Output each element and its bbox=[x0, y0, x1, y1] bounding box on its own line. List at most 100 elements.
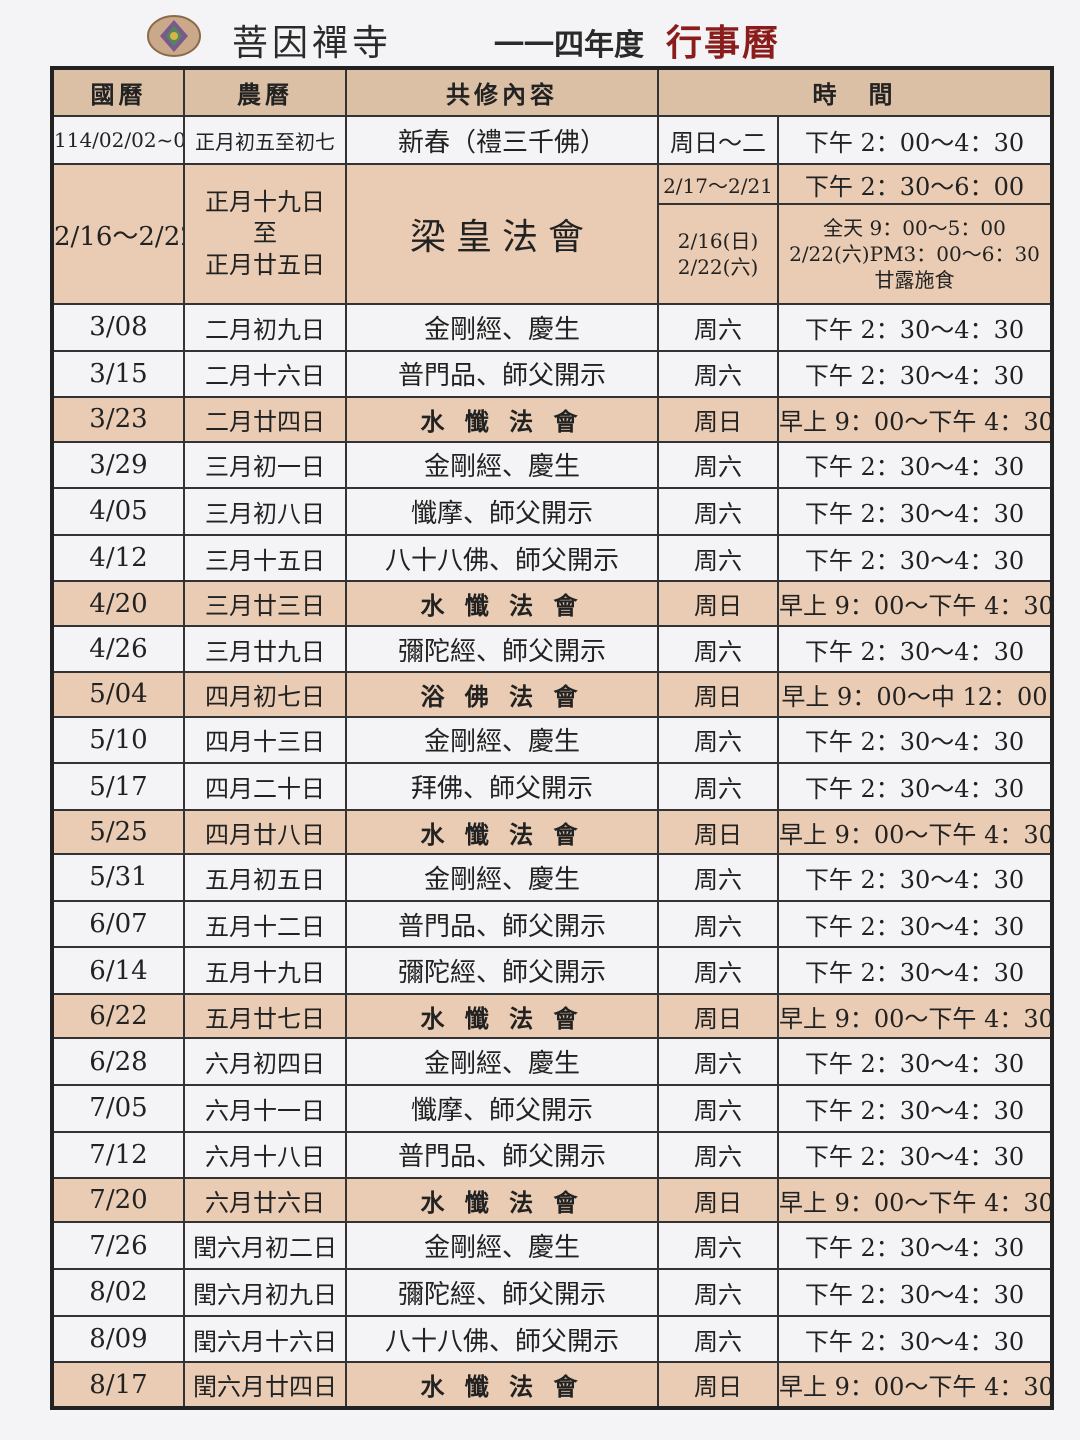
weekday-cell: 2/17～2/21 bbox=[657, 163, 779, 205]
lunar-line: 至 bbox=[253, 219, 277, 248]
content-cell: 水 懺 法 會 bbox=[345, 993, 659, 1040]
date-cell: 7/20 bbox=[51, 1177, 185, 1224]
table-row: 7/12 六月十八日 普門品、師父開示 周六 下午 2：30～4：30 bbox=[51, 1130, 1053, 1180]
weekday-line: 2/16(日) bbox=[677, 229, 759, 253]
date-cell: 8/17 bbox=[51, 1361, 185, 1409]
table-row: 5/25 四月廿八日水 懺 法 會周日 早上 9：00～下午 4：30 bbox=[51, 808, 1053, 856]
time-cell: 下午 2：30～4：30 bbox=[777, 1314, 1053, 1364]
time-cell: 下午 2：30～6：00 bbox=[777, 163, 1053, 205]
date-cell: 4/05 bbox=[51, 487, 185, 536]
lunar-date-cell: 六月十一日 bbox=[183, 1083, 347, 1133]
content-cell: 金剛經、慶生 bbox=[345, 715, 659, 765]
weekday-cell: 周六 bbox=[657, 487, 779, 536]
content-cell: 普門品、師父開示 bbox=[345, 349, 659, 399]
content-cell: 金剛經、慶生 bbox=[345, 1037, 659, 1086]
table-row: 3/29 三月初一日 金剛經、慶生 周六 下午 2：30～4：30 bbox=[51, 440, 1053, 490]
weekday-cell: 周六 bbox=[657, 762, 779, 811]
date-cell: 3/29 bbox=[51, 440, 185, 490]
date-cell: 5/25 bbox=[51, 808, 185, 856]
time-cell: 早上 9：00～下午 4：30 bbox=[777, 580, 1053, 627]
lunar-date-cell: 二月廿四日 bbox=[183, 396, 347, 443]
time-cell: 早上 9：00～下午 4：30 bbox=[777, 808, 1053, 856]
weekday-cell: 周六 bbox=[657, 1268, 779, 1317]
lunar-date-cell: 閏六月初二日 bbox=[183, 1221, 347, 1271]
lunar-date-cell: 五月廿七日 bbox=[183, 993, 347, 1040]
lunar-date-cell: 六月十八日 bbox=[183, 1130, 347, 1180]
weekday-cell: 周六 bbox=[657, 624, 779, 674]
table-row: 3/23 二月廿四日水 懺 法 會周日 早上 9：00～下午 4：30 bbox=[51, 396, 1053, 443]
date-cell: 7/12 bbox=[51, 1130, 185, 1180]
time-cell: 下午 2：00～4：30 bbox=[777, 115, 1053, 165]
content-cell: 水 懺 法 會 bbox=[345, 808, 659, 856]
lunar-date-cell: 三月初一日 bbox=[183, 440, 347, 490]
weekday-cell: 周六 bbox=[657, 1314, 779, 1364]
time-cell: 早上 9：00～中 12：00 bbox=[777, 671, 1053, 718]
time-cell: 下午 2：30～4：30 bbox=[777, 533, 1053, 583]
table-row: 4/05 三月初八日 懺摩、師父開示 周六 下午 2：30～4：30 bbox=[51, 487, 1053, 536]
weekday-cell: 周六 bbox=[657, 1083, 779, 1133]
lunar-date-cell: 四月廿八日 bbox=[183, 808, 347, 856]
weekday-cell: 周六 bbox=[657, 715, 779, 765]
weekday-cell: 周日 bbox=[657, 808, 779, 856]
content-cell: 彌陀經、師父開示 bbox=[345, 624, 659, 674]
time-cell: 早上 9：00～下午 4：30 bbox=[777, 396, 1053, 443]
time-cell: 全天 9：00～5：00 2/22(六)PM3：00～6：30 甘露施食 bbox=[777, 203, 1053, 305]
content-cell: 金剛經、慶生 bbox=[345, 1221, 659, 1271]
date-cell: 8/02 bbox=[51, 1268, 185, 1317]
date-cell: 3/23 bbox=[51, 396, 185, 443]
content-cell: 水 懺 法 會 bbox=[345, 1177, 659, 1224]
lunar-date-cell: 三月十五日 bbox=[183, 533, 347, 583]
time-line: 全天 9：00～5：00 bbox=[823, 216, 1006, 240]
date-cell: 7/26 bbox=[51, 1221, 185, 1271]
sheet-header: 菩因禪寺 一一四年度 行事曆 bbox=[0, 0, 1080, 64]
content-cell: 普門品、師父開示 bbox=[345, 899, 659, 949]
content-cell: 彌陀經、師父開示 bbox=[345, 946, 659, 996]
lunar-date-cell: 正月初五至初七 bbox=[183, 115, 347, 165]
date-cell: 5/31 bbox=[51, 853, 185, 902]
table-row: 5/04 四月初七日浴 佛 法 會周日 早上 9：00～中 12：00 bbox=[51, 671, 1053, 718]
date-cell: 5/17 bbox=[51, 762, 185, 811]
table-row: 5/17 四月二十日 拜佛、師父開示 周六 下午 2：30～4：30 bbox=[51, 762, 1053, 811]
time-line: 甘露施食 bbox=[874, 268, 955, 292]
content-cell: 金剛經、慶生 bbox=[345, 303, 659, 352]
lunar-date-cell: 六月廿六日 bbox=[183, 1177, 347, 1224]
weekday-cell: 周日 bbox=[657, 993, 779, 1040]
content-cell: 懺摩、師父開示 bbox=[345, 1083, 659, 1133]
date-cell: 5/04 bbox=[51, 671, 185, 718]
time-cell: 下午 2：30～4：30 bbox=[777, 899, 1053, 949]
date-cell: 114/02/02~04 bbox=[51, 115, 185, 165]
lunar-date-cell: 五月初五日 bbox=[183, 853, 347, 902]
table-row: 6/22 五月廿七日水 懺 法 會周日 早上 9：00～下午 4：30 bbox=[51, 993, 1053, 1040]
lunar-date-cell: 三月廿九日 bbox=[183, 624, 347, 674]
table-row-newyear: 114/02/02~04 正月初五至初七 新春（禮三千佛） 周日～二 下午 2：… bbox=[51, 115, 1053, 165]
temple-logo bbox=[147, 15, 201, 57]
weekday-line: 2/22(六) bbox=[677, 255, 759, 279]
table-row: 4/26 三月廿九日 彌陀經、師父開示 周六 下午 2：30～4：30 bbox=[51, 624, 1053, 674]
table-row: 4/20 三月廿三日水 懺 法 會周日 早上 9：00～下午 4：30 bbox=[51, 580, 1053, 627]
lunar-date-cell: 二月初九日 bbox=[183, 303, 347, 352]
lunar-date-cell: 四月初七日 bbox=[183, 671, 347, 718]
time-cell: 下午 2：30～4：30 bbox=[777, 1221, 1053, 1271]
time-cell: 下午 2：30～4：30 bbox=[777, 853, 1053, 902]
table-row: 5/10 四月十三日 金剛經、慶生 周六 下午 2：30～4：30 bbox=[51, 715, 1053, 765]
time-cell: 早上 9：00～下午 4：30 bbox=[777, 993, 1053, 1040]
table-row: 5/31 五月初五日 金剛經、慶生 周六 下午 2：30～4：30 bbox=[51, 853, 1053, 902]
table-row: 8/02 閏六月初九日 彌陀經、師父開示 周六 下午 2：30～4：30 bbox=[51, 1268, 1053, 1317]
weekday-cell: 周六 bbox=[657, 533, 779, 583]
weekday-cell: 周六 bbox=[657, 1130, 779, 1180]
table-row: 6/14 五月十九日 彌陀經、師父開示 周六 下午 2：30～4：30 bbox=[51, 946, 1053, 996]
column-header-content: 共修內容 bbox=[345, 67, 659, 117]
lunar-date-cell: 四月二十日 bbox=[183, 762, 347, 811]
content-cell: 新春（禮三千佛） bbox=[345, 115, 659, 165]
table-row: 7/26 閏六月初二日 金剛經、慶生 周六 下午 2：30～4：30 bbox=[51, 1221, 1053, 1271]
time-cell: 下午 2：30～4：30 bbox=[777, 1268, 1053, 1317]
table-row: 7/05 六月十一日 懺摩、師父開示 周六 下午 2：30～4：30 bbox=[51, 1083, 1053, 1133]
time-cell: 早上 9：00～下午 4：30 bbox=[777, 1177, 1053, 1224]
weekday-cell: 2/16(日) 2/22(六) bbox=[657, 203, 779, 305]
weekday-cell: 周六 bbox=[657, 303, 779, 352]
lunar-date-cell: 六月初四日 bbox=[183, 1037, 347, 1086]
date-cell: 5/10 bbox=[51, 715, 185, 765]
weekday-cell: 周日～二 bbox=[657, 115, 779, 165]
date-cell: 4/20 bbox=[51, 580, 185, 627]
content-cell: 八十八佛、師父開示 bbox=[345, 533, 659, 583]
